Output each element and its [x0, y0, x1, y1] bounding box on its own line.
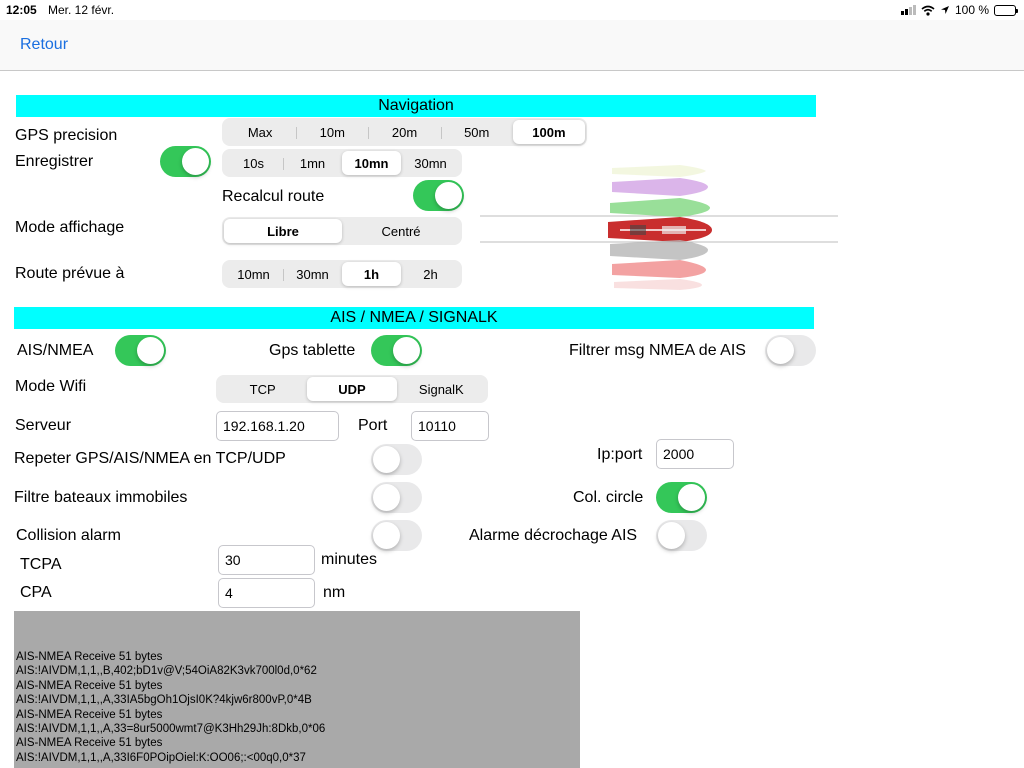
- col-circle-switch[interactable]: [656, 482, 707, 513]
- ais-nmea-label: AIS/NMEA: [17, 342, 94, 359]
- log-line: AIS:!AIVDM,1,1,,A,33IA5bgOh1OjsI0K?4kjw6…: [16, 694, 312, 707]
- boat-preview-image: [480, 165, 838, 290]
- alarme-decrochage-label: Alarme décrochage AIS: [469, 527, 638, 544]
- route-prevue-label: Route prévue à: [15, 265, 125, 282]
- log-line: AIS-NMEA Receive 51 bytes: [16, 737, 163, 750]
- serveur-label: Serveur: [15, 417, 72, 434]
- mode-wifi-segmented: TCP UDP SignalK: [216, 375, 488, 403]
- enregistrer-switch[interactable]: [160, 146, 211, 177]
- mode-affichage-option-libre[interactable]: Libre: [224, 219, 342, 243]
- route-prevue-option-10mn[interactable]: 10mn: [224, 262, 283, 286]
- battery-percent: 100 %: [954, 3, 989, 17]
- cellular-signal-icon: [900, 5, 916, 15]
- enregistrer-interval-segmented: 10s 1mn 10mn 30mn: [222, 149, 462, 177]
- route-prevue-option-2h[interactable]: 2h: [401, 262, 460, 286]
- cpa-input[interactable]: [218, 578, 315, 608]
- gps-tablette-label: Gps tablette: [269, 342, 356, 359]
- gps-precision-label: GPS precision: [15, 127, 118, 144]
- recalcul-route-switch[interactable]: [413, 180, 464, 211]
- enregistrer-interval-option-10s[interactable]: 10s: [224, 151, 283, 175]
- mode-wifi-label: Mode Wifi: [15, 378, 87, 395]
- alarme-decrochage-switch[interactable]: [656, 520, 707, 551]
- log-line: AIS:!AIVDM,1,1,,B,402;bD1v@V;54OiA82K3vk…: [16, 665, 317, 678]
- tcpa-label: TCPA: [20, 556, 62, 573]
- filtre-bateaux-switch[interactable]: [371, 482, 422, 513]
- col-circle-label: Col. circle: [573, 489, 644, 506]
- mode-affichage-option-centr-[interactable]: Centré: [342, 219, 460, 243]
- port-label: Port: [358, 417, 388, 434]
- section-header-ais: AIS / NMEA / SIGNALK: [14, 307, 814, 329]
- section-header-navigation: Navigation: [16, 95, 816, 117]
- location-arrow-icon: [940, 6, 949, 14]
- gps-precision-option-100m[interactable]: 100m: [512, 120, 586, 144]
- battery-icon: [994, 4, 1018, 16]
- recalcul-route-label: Recalcul route: [222, 188, 325, 205]
- enregistrer-interval-option-30mn[interactable]: 30mn: [401, 151, 460, 175]
- log-line: AIS:!AIVDM,1,1,,A,33=8ur5000wmt7@K3Hh29J…: [16, 723, 326, 736]
- ip-port-label: Ip:port: [597, 446, 643, 463]
- tcpa-unit: minutes: [321, 551, 378, 568]
- enregistrer-interval-option-10mn[interactable]: 10mn: [342, 151, 401, 175]
- port-input[interactable]: [411, 411, 489, 441]
- tcpa-input[interactable]: [218, 545, 315, 575]
- status-time: 12:05: [6, 3, 37, 17]
- filtrer-nmea-switch[interactable]: [765, 335, 816, 366]
- cpa-unit: nm: [323, 584, 346, 601]
- serveur-input[interactable]: [216, 411, 339, 441]
- ais-nmea-switch[interactable]: [115, 335, 166, 366]
- collision-alarm-switch[interactable]: [371, 520, 422, 551]
- gps-precision-option-max[interactable]: Max: [224, 120, 296, 144]
- status-date: Mer. 12 févr.: [48, 3, 115, 17]
- log-line: AIS-NMEA Receive 51 bytes: [16, 708, 163, 721]
- log-line: AIS-NMEA Receive 51 bytes: [16, 651, 163, 663]
- route-prevue-option-30mn[interactable]: 30mn: [283, 262, 342, 286]
- log-line: AIS-NMEA Receive 51 bytes: [16, 679, 163, 692]
- filtre-bateaux-label: Filtre bateaux immobiles: [14, 489, 188, 506]
- route-prevue-segmented: 10mn 30mn 1h 2h: [222, 260, 462, 288]
- back-button[interactable]: Retour: [20, 36, 68, 54]
- nmea-log-lines: AIS-NMEA Receive 51 bytes AIS:!AIVDM,1,1,…: [16, 650, 325, 765]
- mode-wifi-option-tcp[interactable]: TCP: [218, 377, 307, 401]
- mode-affichage-segmented: Libre Centré: [222, 217, 462, 245]
- nmea-log-view[interactable]: AIS-NMEA Receive 51 bytes AIS:!AIVDM,1,1,…: [14, 611, 580, 768]
- status-indicators: 100 %: [900, 3, 1018, 17]
- log-line: AIS:!AIVDM,1,1,,A,33I6F0POipOiel:K:OO06;…: [16, 751, 306, 764]
- mode-wifi-option-udp[interactable]: UDP: [307, 377, 397, 401]
- mode-wifi-option-signalk[interactable]: SignalK: [397, 377, 486, 401]
- mode-affichage-label: Mode affichage: [15, 219, 125, 236]
- filtrer-nmea-label: Filtrer msg NMEA de AIS: [569, 342, 746, 359]
- repeter-label: Repeter GPS/AIS/NMEA en TCP/UDP: [14, 450, 286, 467]
- gps-precision-option-10m[interactable]: 10m: [296, 120, 368, 144]
- gps-precision-option-50m[interactable]: 50m: [440, 120, 513, 144]
- wifi-icon: [921, 5, 935, 16]
- cpa-label: CPA: [20, 584, 52, 601]
- enregistrer-interval-option-1mn[interactable]: 1mn: [283, 151, 342, 175]
- repeter-switch[interactable]: [371, 444, 422, 475]
- ip-port-input[interactable]: [656, 439, 734, 469]
- enregistrer-label: Enregistrer: [15, 153, 94, 170]
- route-prevue-option-1h[interactable]: 1h: [342, 262, 401, 286]
- gps-precision-segmented: Max 10m 20m 50m 100m: [222, 118, 587, 146]
- collision-alarm-label: Collision alarm: [16, 527, 121, 544]
- navigation-bar: Retour: [0, 20, 1024, 71]
- gps-precision-option-20m[interactable]: 20m: [368, 120, 440, 144]
- status-bar: 12:05 Mer. 12 févr. 100 %: [0, 0, 1024, 20]
- gps-tablette-switch[interactable]: [371, 335, 422, 366]
